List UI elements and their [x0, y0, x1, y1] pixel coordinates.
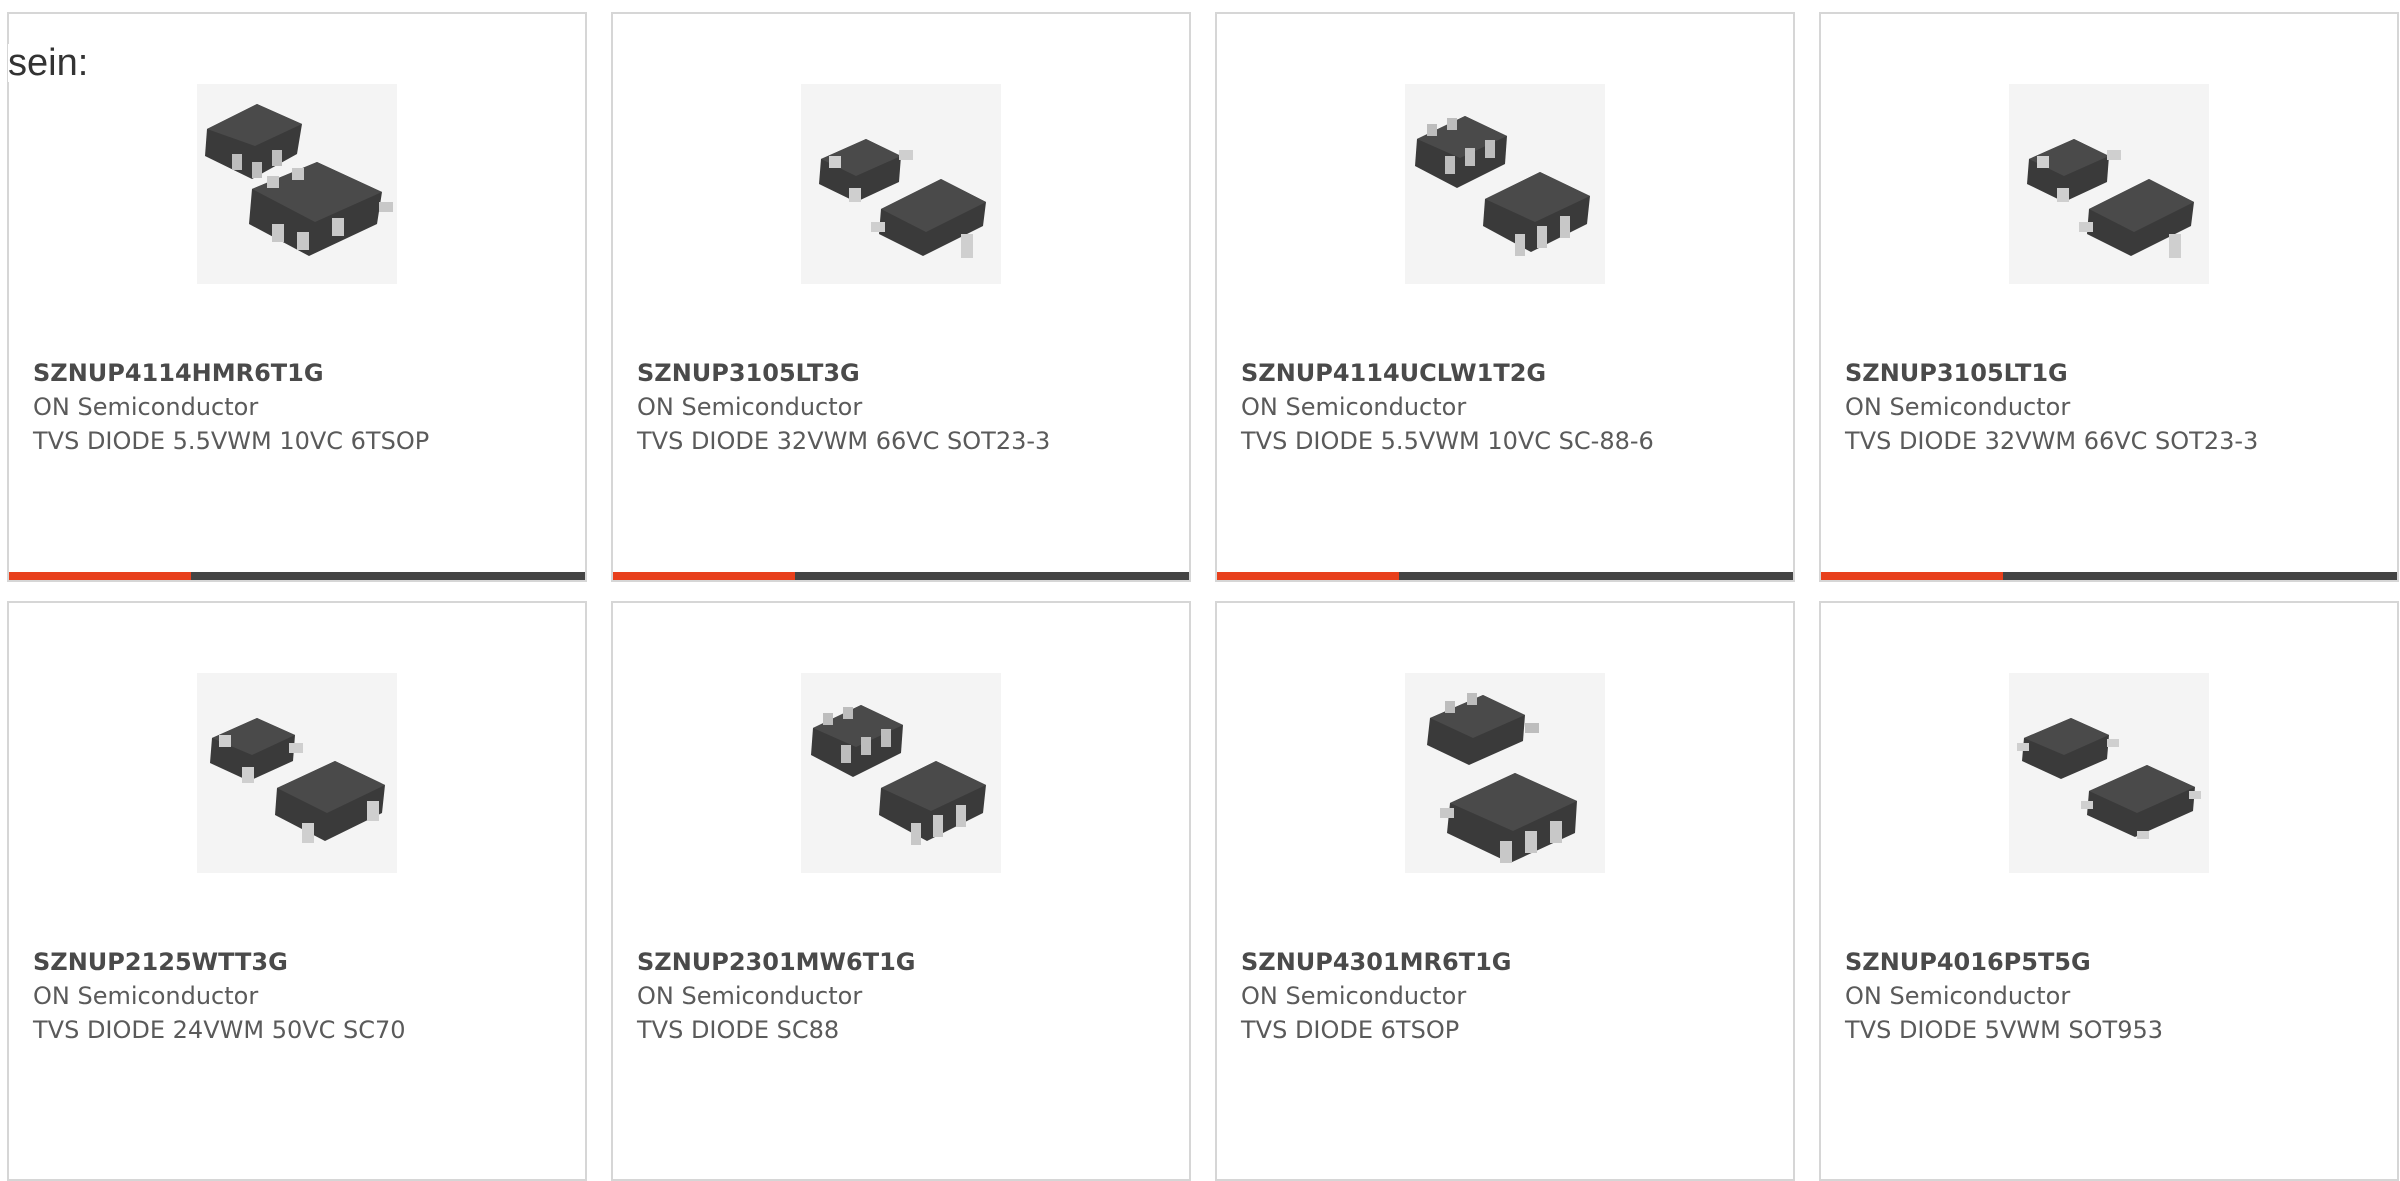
- manufacturer: ON Semiconductor: [1241, 393, 1467, 421]
- card-footer-bar: [1821, 572, 2397, 580]
- manufacturer: ON Semiconductor: [33, 982, 259, 1010]
- product-info: SZNUP4301MR6T1G ON Semiconductor TVS DIO…: [1241, 945, 1671, 1047]
- sot-6pin-package-icon[interactable]: [197, 84, 397, 284]
- description: TVS DIODE 5VWM SOT953: [1845, 1016, 2164, 1044]
- manufacturer: ON Semiconductor: [1241, 982, 1467, 1010]
- manufacturer: ON Semiconductor: [1845, 393, 2071, 421]
- product-card[interactable]: SZNUP4016P5T5G ON Semiconductor TVS DIOD…: [1819, 601, 2399, 1181]
- product-card[interactable]: SZNUP4301MR6T1G ON Semiconductor TVS DIO…: [1215, 601, 1795, 1181]
- part-number[interactable]: SZNUP3105LT3G: [637, 356, 1067, 390]
- tsop-6pin-package-icon[interactable]: [1405, 673, 1605, 873]
- description: TVS DIODE 32VWM 66VC SOT23-3: [637, 427, 1051, 455]
- description: TVS DIODE 6TSOP: [1241, 1016, 1460, 1044]
- sc70-package-icon[interactable]: [197, 673, 397, 873]
- manufacturer: ON Semiconductor: [33, 393, 259, 421]
- sc88-6pin-package-icon[interactable]: [1405, 84, 1605, 284]
- part-number[interactable]: SZNUP4301MR6T1G: [1241, 945, 1671, 979]
- card-accent-bar: [1217, 572, 1399, 580]
- product-card[interactable]: SZNUP4114UCLW1T2G ON Semiconductor TVS D…: [1215, 12, 1795, 582]
- card-footer-bar: [613, 572, 1189, 580]
- description: TVS DIODE 32VWM 66VC SOT23-3: [1845, 427, 2259, 455]
- manufacturer: ON Semiconductor: [637, 982, 863, 1010]
- part-number[interactable]: SZNUP2301MW6T1G: [637, 945, 1067, 979]
- description: TVS DIODE SC88: [637, 1016, 840, 1044]
- sot953-package-icon[interactable]: [2009, 673, 2209, 873]
- product-card[interactable]: SZNUP2125WTT3G ON Semiconductor TVS DIOD…: [7, 601, 587, 1181]
- description: TVS DIODE 24VWM 50VC SC70: [33, 1016, 406, 1044]
- product-card[interactable]: SZNUP4114HMR6T1G ON Semiconductor TVS DI…: [7, 12, 587, 582]
- part-number[interactable]: SZNUP3105LT1G: [1845, 356, 2275, 390]
- product-card[interactable]: SZNUP3105LT1G ON Semiconductor TVS DIODE…: [1819, 12, 2399, 582]
- card-accent-bar: [9, 572, 191, 580]
- card-accent-bar: [613, 572, 795, 580]
- description: TVS DIODE 5.5VWM 10VC 6TSOP: [33, 427, 430, 455]
- part-number[interactable]: SZNUP4016P5T5G: [1845, 945, 2275, 979]
- card-accent-bar: [1821, 572, 2003, 580]
- sc88-6pin-package-icon[interactable]: [801, 673, 1001, 873]
- product-info: SZNUP4114UCLW1T2G ON Semiconductor TVS D…: [1241, 356, 1671, 458]
- product-info: SZNUP2125WTT3G ON Semiconductor TVS DIOD…: [33, 945, 463, 1047]
- intro-text: sein:: [8, 42, 89, 84]
- product-info: SZNUP2301MW6T1G ON Semiconductor TVS DIO…: [637, 945, 1067, 1047]
- sot23-3pin-package-icon[interactable]: [2009, 84, 2209, 284]
- part-number[interactable]: SZNUP4114UCLW1T2G: [1241, 356, 1671, 390]
- card-footer-bar: [9, 572, 585, 580]
- product-info: SZNUP3105LT3G ON Semiconductor TVS DIODE…: [637, 356, 1067, 458]
- product-info: SZNUP4016P5T5G ON Semiconductor TVS DIOD…: [1845, 945, 2275, 1047]
- product-info: SZNUP3105LT1G ON Semiconductor TVS DIODE…: [1845, 356, 2275, 458]
- product-card[interactable]: SZNUP2301MW6T1G ON Semiconductor TVS DIO…: [611, 601, 1191, 1181]
- product-grid: SZNUP4114HMR6T1G ON Semiconductor TVS DI…: [0, 0, 2400, 1181]
- card-footer-bar: [1217, 572, 1793, 580]
- product-info: SZNUP4114HMR6T1G ON Semiconductor TVS DI…: [33, 356, 463, 458]
- sot23-3pin-package-icon[interactable]: [801, 84, 1001, 284]
- manufacturer: ON Semiconductor: [1845, 982, 2071, 1010]
- description: TVS DIODE 5.5VWM 10VC SC-88-6: [1241, 427, 1654, 455]
- part-number[interactable]: SZNUP4114HMR6T1G: [33, 356, 463, 390]
- part-number[interactable]: SZNUP2125WTT3G: [33, 945, 463, 979]
- manufacturer: ON Semiconductor: [637, 393, 863, 421]
- product-card[interactable]: SZNUP3105LT3G ON Semiconductor TVS DIODE…: [611, 12, 1191, 582]
